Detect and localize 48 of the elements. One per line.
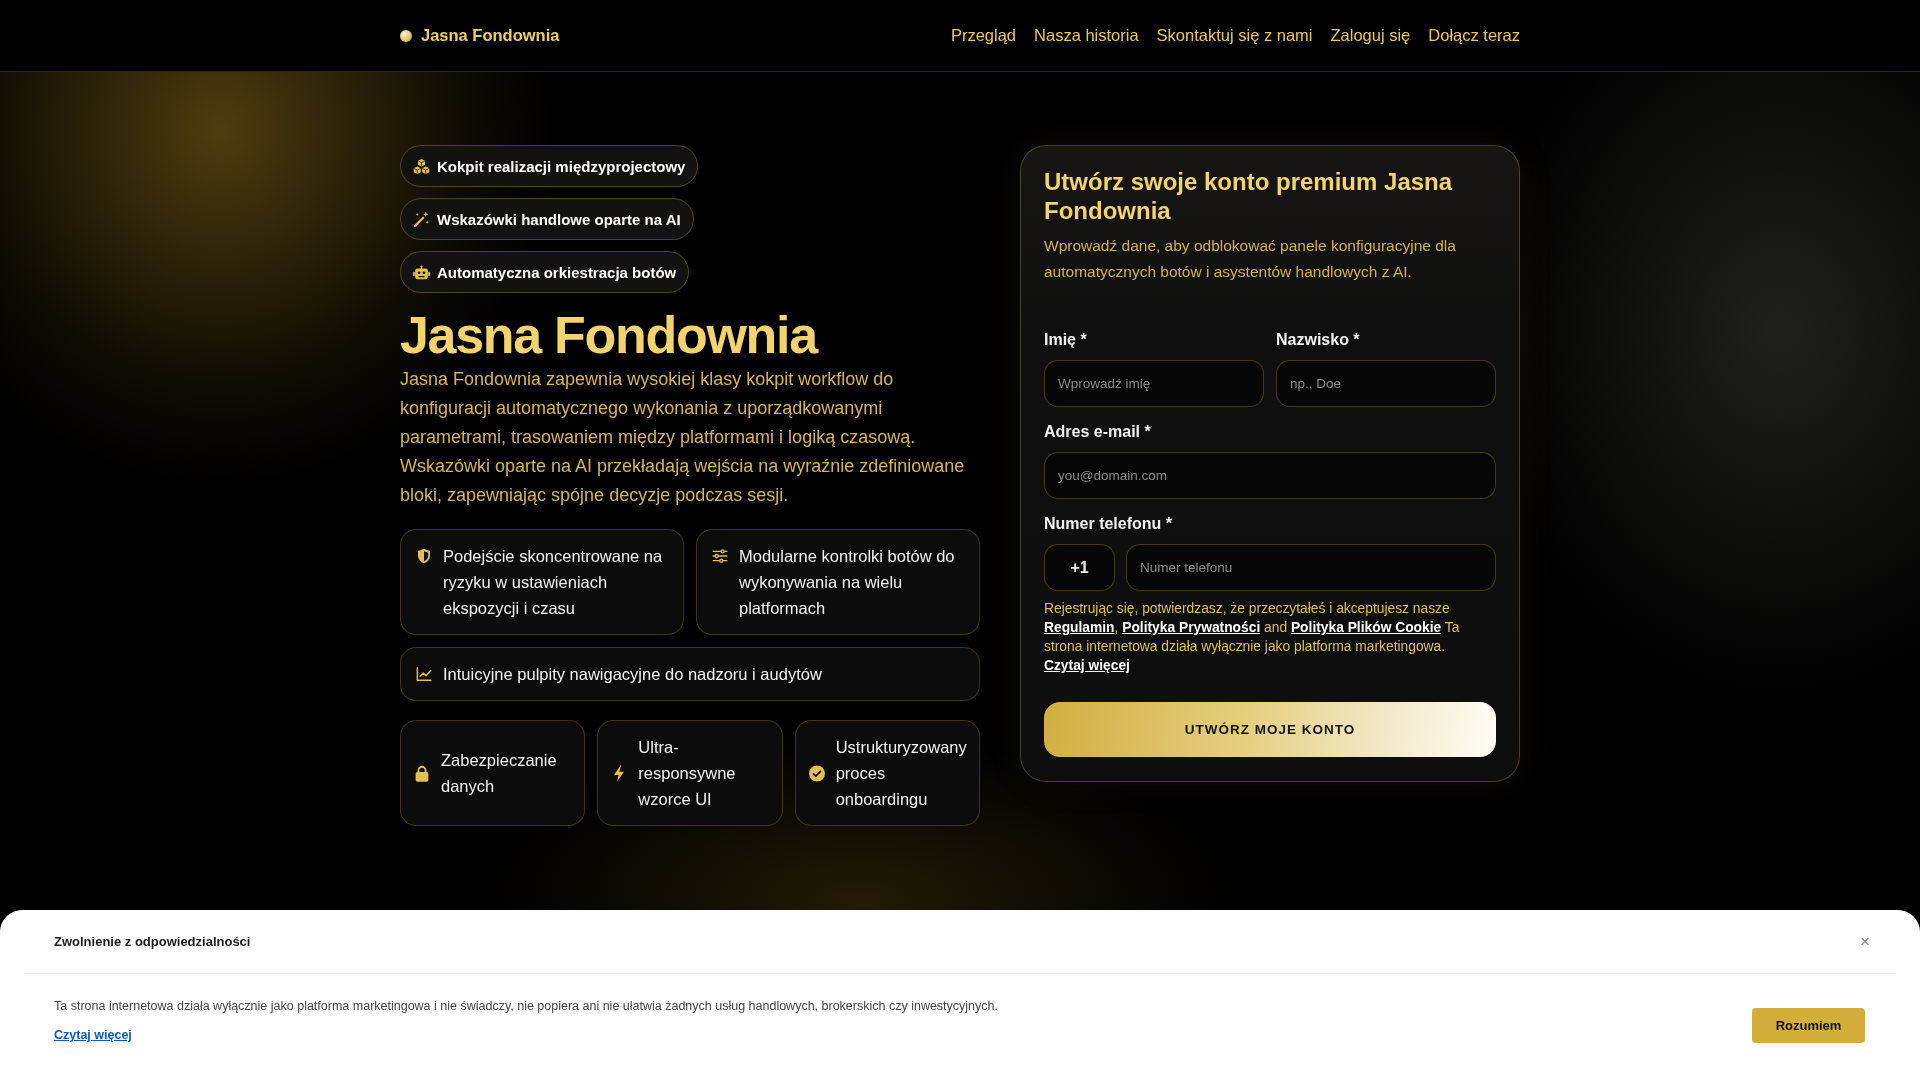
email-field[interactable]: you@domain.com — [1044, 452, 1496, 499]
feature-text: Zabezpieczanie danych — [441, 750, 558, 797]
phone-field[interactable]: Numer telefonu — [1126, 544, 1496, 591]
brand-link[interactable]: Jasna Fondownia — [400, 26, 560, 45]
feature-text: Intuicyjne pulpity nawigacyjne do nadzoru i audytów — [443, 664, 822, 685]
field-label: Adres e-mail * — [1044, 422, 1152, 442]
signup-title: Utwórz swoje konto premium Jasna Fondownia — [1044, 167, 1454, 225]
disclaimer-text: Ta strona internetowa działa wyłącznie jako platforma marketingowa i nie świadczy, nie popiera ani nie ułatwia żadnych usług handlowych, brokerskich czy inwestycyjnych. — [54, 998, 998, 1015]
consent-link[interactable]: Czytaj więcej — [1044, 658, 1130, 673]
tag-label: Kokpit realizacji międzyprojectowy — [437, 157, 686, 175]
hero-description: Jasna Fondownia zapewnia wysokiej klasy kokpit workflow do konfiguracji automatycznego wykonania z uporządkowanymi parametrami, trasowaniem między platformami i logiką czasową. Wskazówki oparte na AI przekładają wejścia na wyraźnie zdefiniowane bloki, zapewniając spójne decyzje podczas sesji. — [400, 368, 966, 507]
consent-link[interactable]: Polityka Plików Cookie — [1290, 620, 1442, 635]
field-label: Numer telefonu * — [1044, 514, 1173, 534]
field-label: Nazwisko * — [1276, 330, 1361, 350]
close-button[interactable]: × — [1858, 931, 1872, 952]
shield-icon — [416, 548, 432, 564]
nav-link[interactable]: Zaloguj się — [1330, 26, 1411, 45]
sliders-icon — [712, 548, 728, 564]
robot-icon — [413, 263, 430, 281]
nav-link[interactable]: Przegląd — [950, 26, 1017, 45]
country-code-select[interactable]: +1 — [1044, 544, 1115, 591]
tag-label: Wskazówki handlowe oparte na AI — [437, 210, 681, 228]
hero-title: Jasna Fondownia — [400, 305, 817, 365]
consent-link[interactable]: Polityka Prywatności — [1122, 620, 1261, 635]
lock-icon — [414, 764, 430, 782]
accept-button[interactable]: Rozumiem — [1752, 1008, 1865, 1043]
cubes-icon — [413, 157, 430, 175]
nav-link[interactable]: Nasza historia — [1034, 26, 1139, 45]
nav-link[interactable]: Dołącz teraz — [1428, 26, 1520, 45]
nav-link[interactable]: Skontaktuj się z nami — [1156, 26, 1313, 45]
read-more-link[interactable]: Czytaj więcej — [54, 1026, 132, 1044]
tag-label: Automatyczna orkiestracja botów — [437, 263, 677, 281]
consent-link[interactable]: Regulamin — [1044, 620, 1115, 635]
input-field[interactable]: Wprowadź imię — [1044, 360, 1264, 407]
input-field[interactable]: np., Doe — [1276, 360, 1496, 407]
feature-text: Ultra-responsywne wzorce UI — [638, 737, 737, 810]
feature-text: Podejście skoncentrowane na ryzyku w ustawieniach ekspozycji i czasu — [443, 546, 664, 619]
banner-title: Zwolnienie z odpowiedzialności — [54, 934, 251, 949]
logo-icon — [400, 29, 412, 42]
field-label: Imię * — [1044, 330, 1088, 350]
magic-wand-icon — [413, 210, 430, 228]
signup-subtitle: Wprowadź dane, aby odblokować panele konfiguracyjne dla automatycznych botów i asystentów handlowych z AI. — [1044, 236, 1457, 282]
consent-text: Rejestrując się, potwierdzasz, że przeczytałeś i akceptujesz nasze Regulamin, Polityka Prywatności and Polityka Plików Cookie Ta strona internetowa działa wyłącznie jako platforma marketingowa. Czytaj więcej — [1044, 600, 1461, 675]
create-account-button[interactable]: UTWÓRZ MOJE KONTO — [1044, 702, 1496, 757]
feature-text: Modularne kontrolki botów do wykonywania na wielu platformach — [739, 546, 956, 619]
feature-text: Ustrukturyzowany proces onboardingu — [835, 737, 967, 810]
check-circle-icon — [808, 764, 825, 782]
line-chart-icon — [416, 666, 432, 682]
